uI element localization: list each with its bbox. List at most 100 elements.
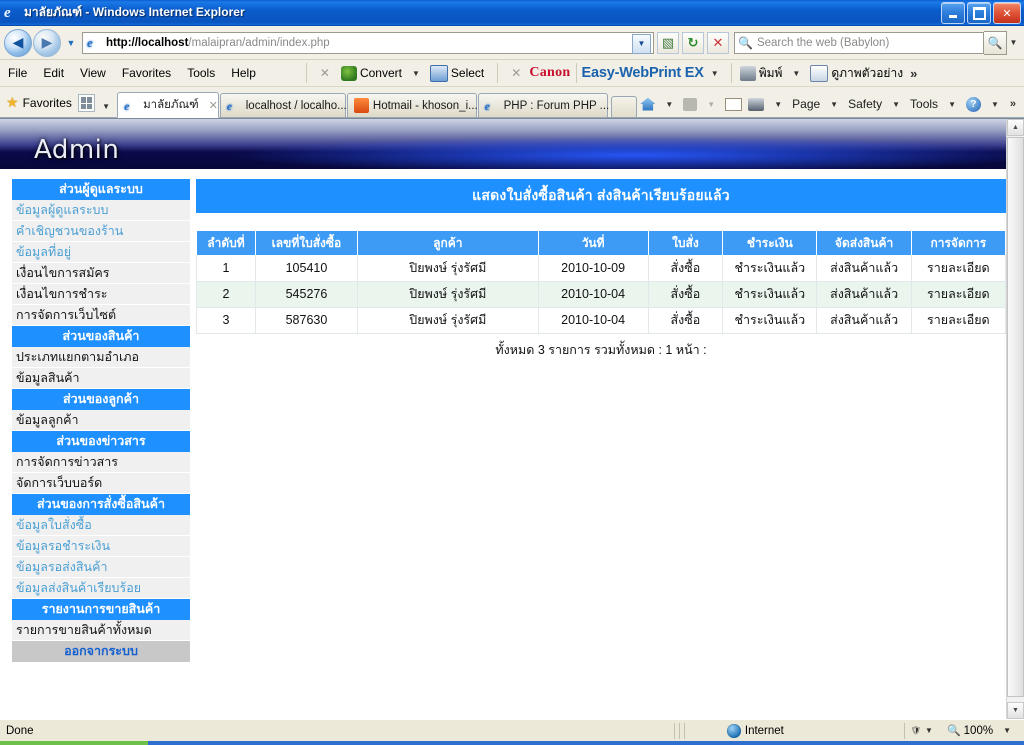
sidebar-item-admin-info[interactable]: ข้อมูลผู้ดูแลระบบ [12,200,190,221]
refresh-button[interactable]: ↻ [682,31,704,54]
browser-tab-2[interactable]: e localhost / localho... [219,93,347,117]
security-zone[interactable]: Internet [726,723,784,738]
toolbar-overflow-icon[interactable]: » [906,66,921,81]
back-button[interactable]: ◀ [4,28,32,57]
stop-button[interactable]: ✕ [707,31,729,54]
menu-item-edit[interactable]: Edit [35,63,72,83]
scroll-down-arrow-icon[interactable]: ▼ [1007,702,1024,719]
browser-tab-4[interactable]: e PHP : Forum PHP ... [477,93,609,117]
sidebar-item-awaiting-shipping[interactable]: ข้อมูลรอส่งสินค้า [12,557,190,578]
minimize-button[interactable] [941,2,965,24]
cell-no: 1 [196,255,256,282]
menu-item-favorites[interactable]: Favorites [114,63,179,83]
close-canon-toolbar-button[interactable]: ✕ [503,66,529,80]
sidebar-item-webboard-management[interactable]: จัดการเว็บบอร์ด [12,473,190,494]
print-toolbar-dropdown-icon[interactable]: ▼ [774,100,782,109]
close-adobe-toolbar-button[interactable]: ✕ [312,66,338,80]
cell-date: 2010-10-09 [537,255,649,282]
zoom-dropdown-icon[interactable]: ▼ [1003,726,1011,735]
home-dropdown-icon[interactable]: ▼ [665,100,673,109]
easy-webprint-label[interactable]: Easy-WebPrint EX [582,65,704,81]
mail-button[interactable] [722,97,745,111]
home-button[interactable] [637,97,658,111]
vertical-scrollbar[interactable]: ▲ ▼ [1006,119,1024,719]
convert-button[interactable]: Convert [338,65,405,81]
convert-dropdown-icon[interactable]: ▼ [412,69,420,78]
sidebar-item-order-info[interactable]: ข้อมูลใบสั่งซื้อ [12,515,190,536]
command-bar-overflow-icon[interactable]: » [1006,98,1020,110]
protected-mode-dropdown-icon[interactable]: ▼ [925,726,933,735]
maximize-button[interactable] [967,2,991,24]
search-input[interactable]: 🔍 Search the web (Babylon) [734,31,984,54]
sidebar-item-registration-terms[interactable]: เงื่อนไขการสมัคร [12,263,190,284]
url-dropdown-icon[interactable]: ▼ [632,33,651,54]
sidebar-item-customer-info[interactable]: ข้อมูลลูกค้า [12,410,190,431]
page-dropdown-icon[interactable]: ▼ [830,100,838,109]
home-icon [640,97,656,111]
sidebar-item-payment-terms[interactable]: เงื่อนไขการชำระ [12,284,190,305]
protected-mode-icon[interactable]: 🛡 [911,726,921,735]
url-path: /malaipran/admin/index.php [188,36,330,49]
safety-dropdown-icon[interactable]: ▼ [892,100,900,109]
status-bar: Done Internet 🛡 ▼ 🔍 100% ▼ [0,719,1024,741]
sidebar-item-shop-invitation[interactable]: คำเชิญชวนของร้าน [12,221,190,242]
sidebar-section-header-news: ส่วนของข่าวสาร [12,431,190,452]
page-body: ส่วนผู้ดูแลระบบ ข้อมูลผู้ดูแลระบบ คำเชิญ… [0,169,1024,662]
tools-dropdown-icon[interactable]: ▼ [948,100,956,109]
tab-label: มาลัยภัณฑ์ [143,99,199,111]
status-separator [673,722,675,739]
page-menu-button[interactable]: Page [789,97,823,111]
select-button[interactable]: Select [427,64,487,82]
forward-button[interactable]: ▶ [33,28,61,57]
menu-item-tools[interactable]: Tools [179,63,223,83]
url-host: http://localhost [106,36,189,49]
detail-link[interactable]: รายละเอียด [910,307,1007,334]
close-button[interactable]: ✕ [993,2,1021,24]
sidebar-item-all-sales[interactable]: รายการขายสินค้าทั้งหมด [12,620,190,641]
cell-order-status: สั่งซื้อ [647,255,724,282]
easy-webprint-dropdown-icon[interactable]: ▼ [711,69,719,78]
sidebar-section-header-customers: ส่วนของลูกค้า [12,389,190,410]
sidebar-item-website-management[interactable]: การจัดการเว็บไซต์ [12,305,190,326]
sidebar-item-news-management[interactable]: การจัดการข่าวสาร [12,452,190,473]
select-icon [429,64,448,82]
tab-list-dropdown-icon[interactable]: ▼ [102,102,110,111]
sidebar-item-awaiting-payment[interactable]: ข้อมูลรอชำระเงิน [12,536,190,557]
detail-link[interactable]: รายละเอียด [910,255,1007,282]
history-dropdown-icon[interactable]: ▼ [64,38,78,48]
menu-item-help[interactable]: Help [223,63,264,83]
scroll-up-arrow-icon[interactable]: ▲ [1007,119,1024,136]
print-button[interactable]: พิมพ์ [737,64,786,83]
favorites-button[interactable]: ★ Favorites [0,90,78,115]
sidebar-item-category-by-district[interactable]: ประเภทแยกตามอำเภอ [12,347,190,368]
tools-menu-button[interactable]: Tools [907,97,941,111]
zoom-control[interactable]: 🔍 100% ▼ [941,724,1024,738]
new-tab-button[interactable] [611,96,638,117]
print-preview-button[interactable]: ดูภาพตัวอย่าง [807,64,906,83]
detail-link[interactable]: รายละเอียด [910,281,1007,308]
url-input[interactable]: e http://localhost/malaipran/admin/index… [82,31,654,54]
scrollbar-thumb[interactable] [1007,137,1024,697]
print-toolbar-button[interactable] [745,97,767,111]
sidebar-item-product-info[interactable]: ข้อมูลสินค้า [12,368,190,389]
browser-tab-1[interactable]: e มาลัยภัณฑ์ ✕ [117,92,219,118]
menu-item-file[interactable]: File [0,63,35,83]
feeds-button[interactable] [680,97,700,111]
tab-close-icon[interactable]: ✕ [209,99,218,112]
print-dropdown-icon[interactable]: ▼ [792,69,800,78]
help-icon: ? [965,96,981,112]
quick-tabs-button[interactable] [77,94,96,112]
menu-item-view[interactable]: View [72,63,114,83]
help-button[interactable]: ? [963,96,984,112]
command-bar: ▼ ▼ ▼ Page ▼ Safety ▼ Tools ▼ ? ▼ » [637,91,1024,117]
compatibility-view-icon[interactable]: ▧ [657,31,679,54]
search-provider-dropdown-icon[interactable]: ▼ [1007,32,1020,54]
safety-menu-button[interactable]: Safety [845,97,885,111]
browser-tab-3[interactable]: Hotmail - khoson_i... [346,93,478,117]
safety-label: Safety [848,97,883,111]
help-dropdown-icon[interactable]: ▼ [991,100,999,109]
sidebar-item-address-info[interactable]: ข้อมูลที่อยู่ [12,242,190,263]
sidebar-item-logout[interactable]: ออกจากระบบ [12,641,190,662]
search-go-button[interactable]: 🔍 [984,30,1007,55]
sidebar-item-shipped-orders[interactable]: ข้อมูลส่งสินค้าเรียบร้อย [12,578,190,599]
